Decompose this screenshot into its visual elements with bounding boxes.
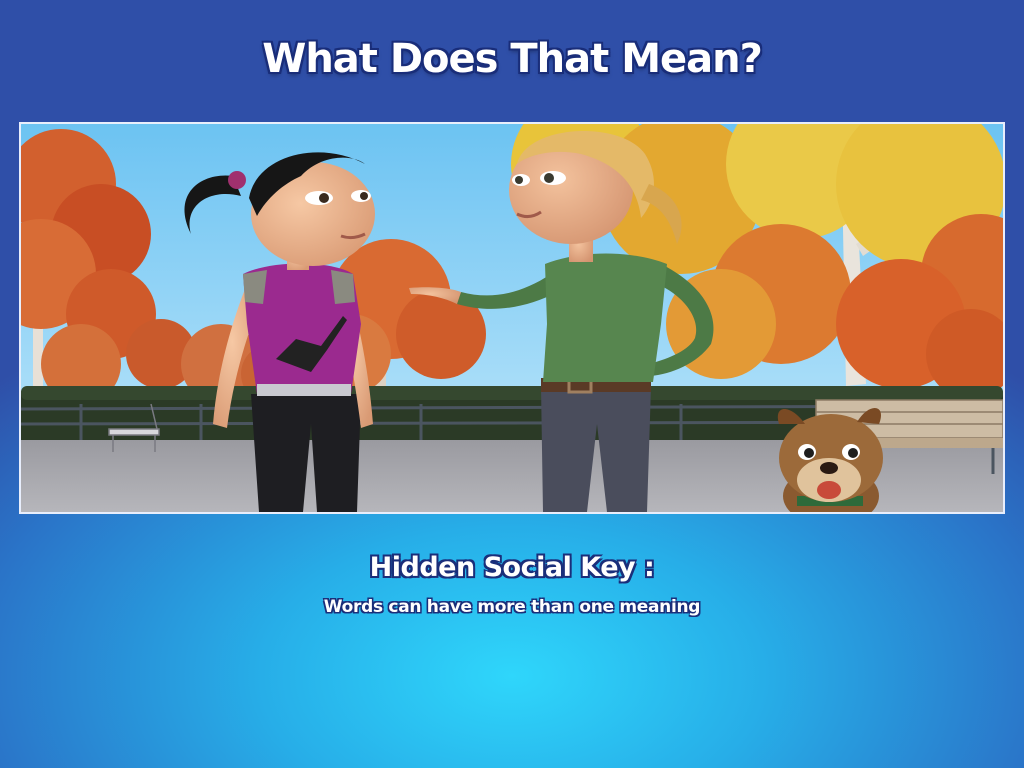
hidden-social-key-text: Words can have more than one meaning — [323, 597, 701, 617]
hidden-social-key-heading: Hidden Social Key : — [369, 552, 655, 583]
scene-illustration — [21, 124, 1003, 512]
page-title: What Does That Mean? — [262, 36, 763, 82]
scene-image — [19, 122, 1005, 514]
